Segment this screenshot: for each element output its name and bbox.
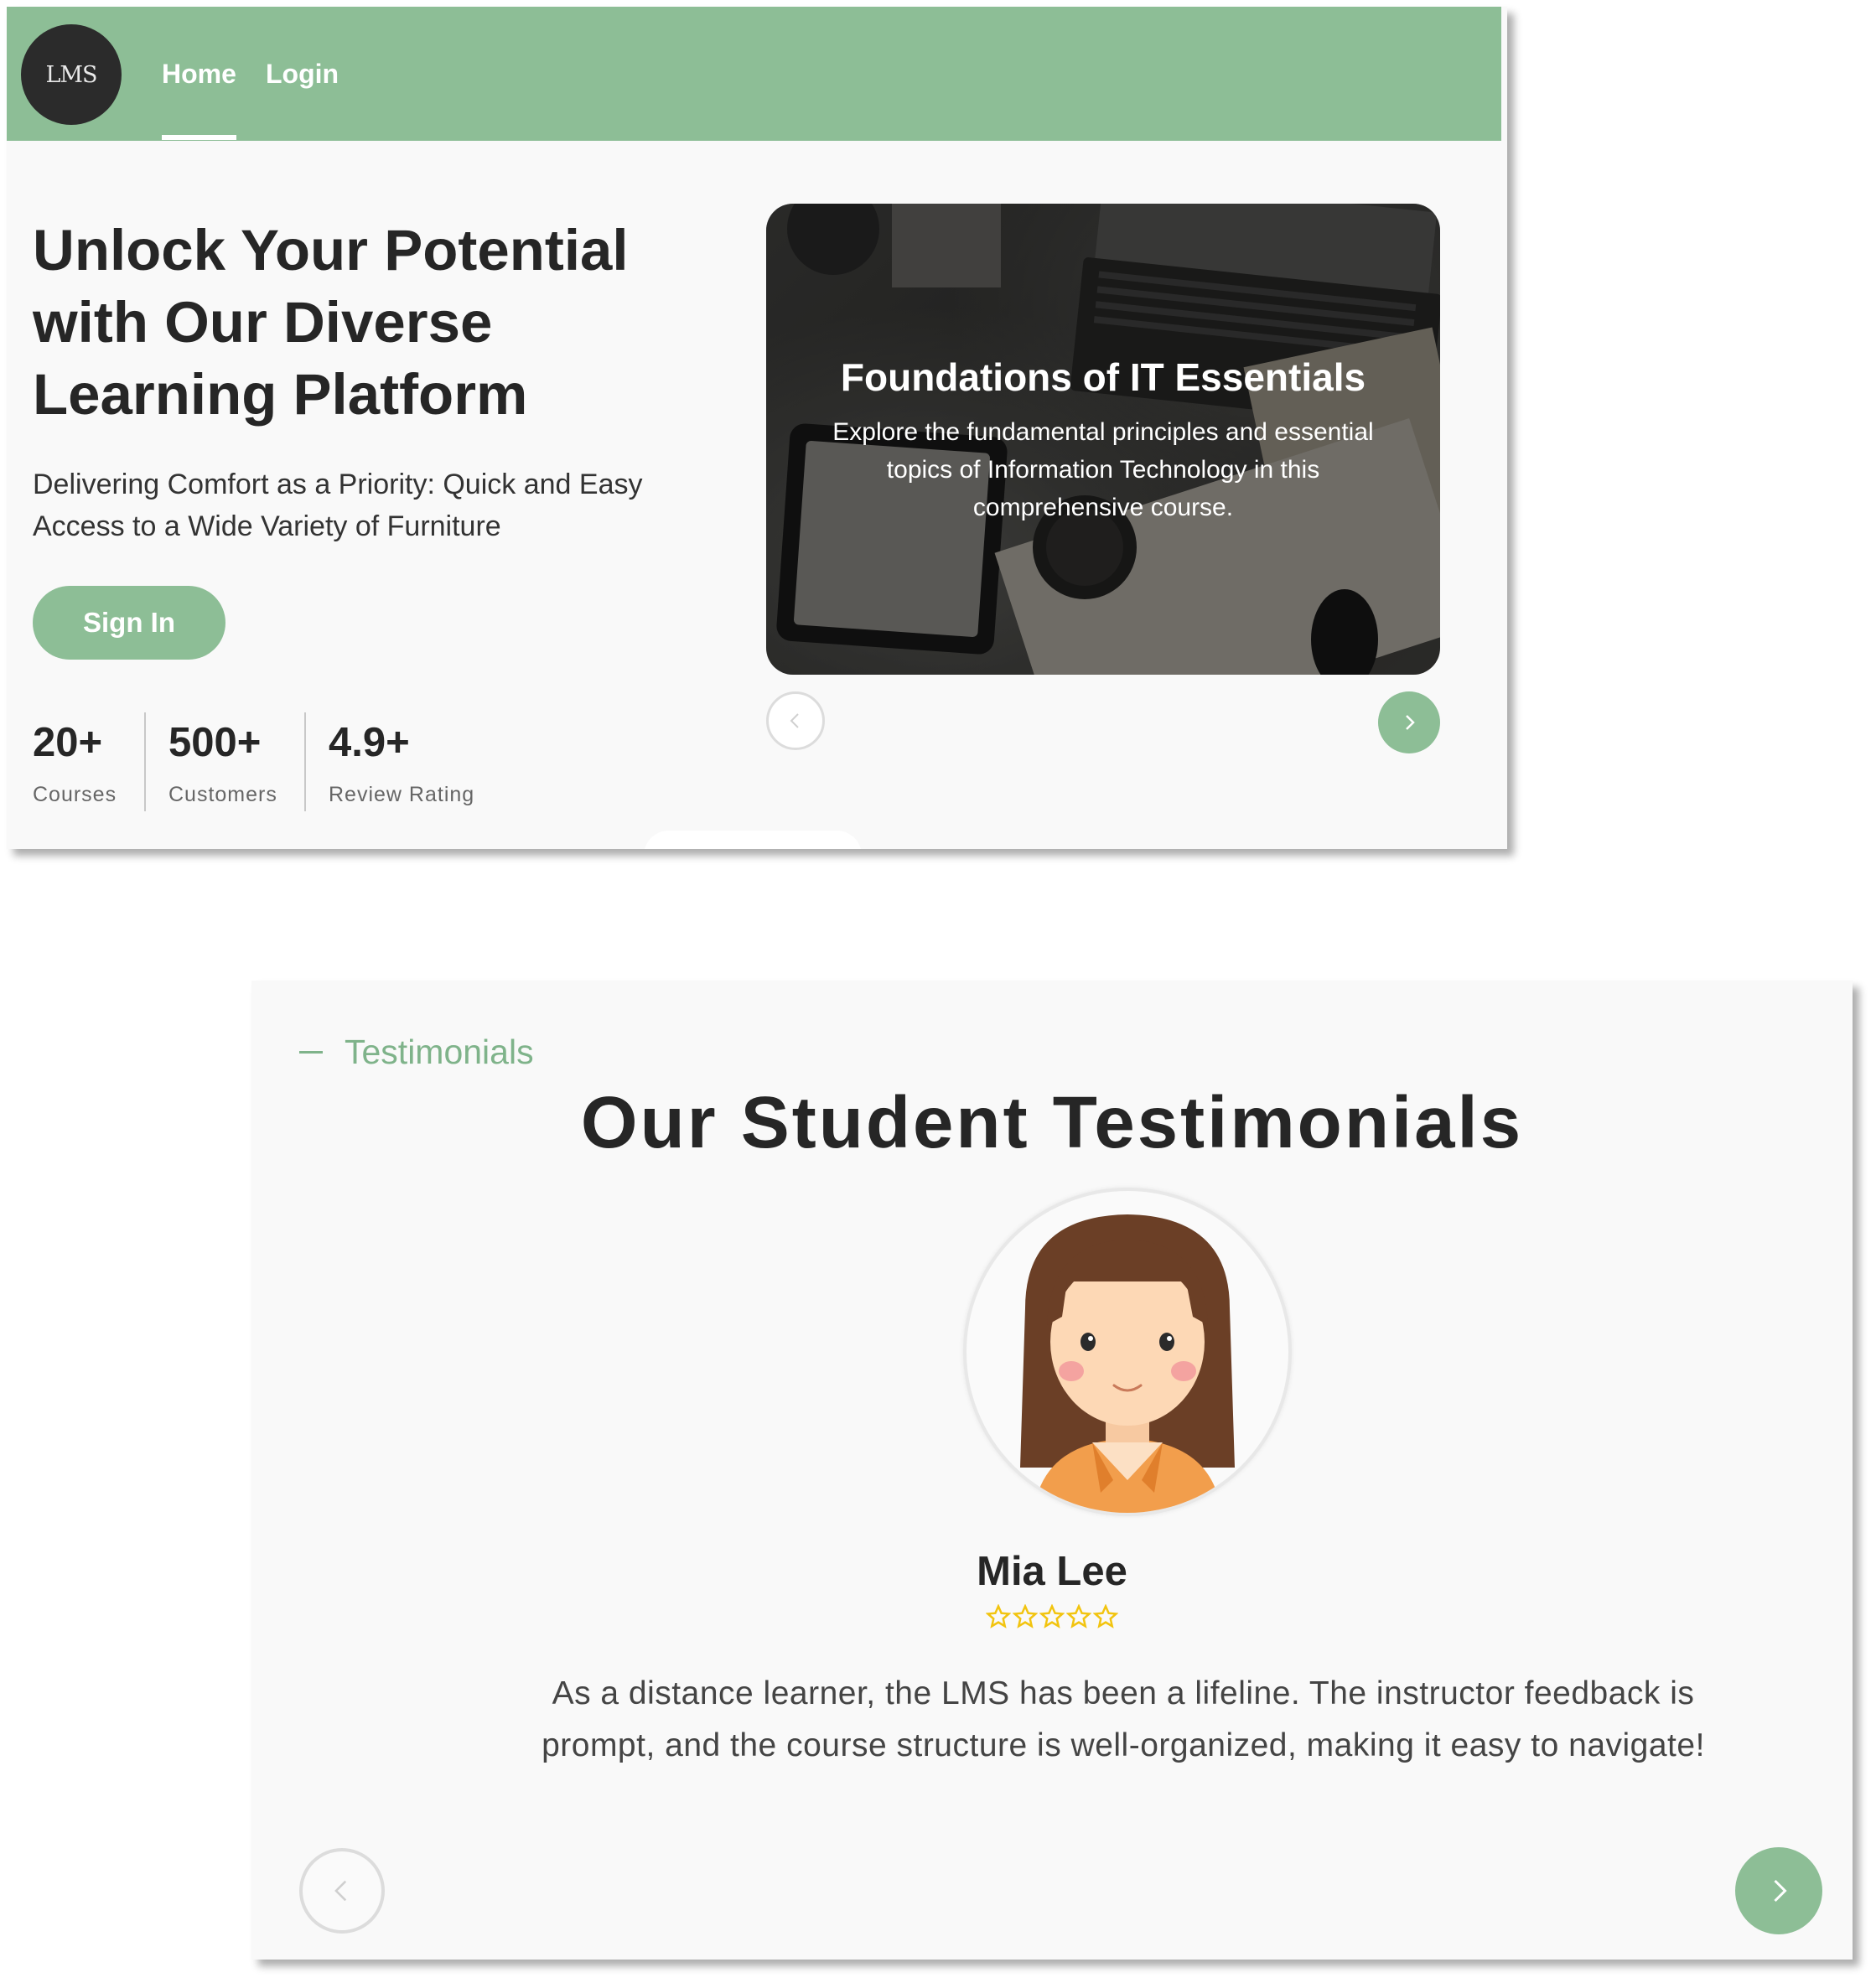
logo-text: LMS xyxy=(45,61,97,88)
sign-in-button[interactable]: Sign In xyxy=(33,586,225,660)
nav-login-link[interactable]: Login xyxy=(266,59,339,90)
course-title: Foundations of IT Essentials xyxy=(840,355,1366,399)
testimonials-panel: Testimonials Our Student Testimonials Mi… xyxy=(251,981,1853,1960)
star-icon xyxy=(1093,1604,1118,1628)
student-name: Mia Lee xyxy=(977,1549,1127,1594)
section-tab-hint xyxy=(644,831,862,849)
logo[interactable]: LMS xyxy=(21,24,122,125)
testimonial-prev-button[interactable] xyxy=(299,1848,385,1934)
stat-divider xyxy=(144,712,146,811)
stat-value: 20+ xyxy=(33,720,103,765)
star-icon xyxy=(1039,1604,1065,1628)
hero-panel: LMS Home Login Unlock Your Potential wit… xyxy=(7,7,1507,849)
student-avatar-icon xyxy=(1020,1214,1235,1513)
chevron-right-icon xyxy=(1406,715,1415,730)
stat-divider xyxy=(304,712,306,811)
nav-home-link[interactable]: Home xyxy=(162,59,236,90)
eyebrow-dash xyxy=(299,1051,323,1054)
chevron-left-icon xyxy=(790,713,799,728)
stat-label: Review Rating xyxy=(329,783,475,806)
testimonial-quote: As a distance learner, the LMS has been … xyxy=(542,1675,1705,1763)
stat-value: 4.9+ xyxy=(329,720,410,765)
section-eyebrow: Testimonials xyxy=(299,1033,534,1072)
star-icon xyxy=(1013,1604,1038,1628)
course-prev-button[interactable] xyxy=(766,691,825,750)
active-nav-indicator xyxy=(162,135,236,140)
chevron-right-icon xyxy=(1774,1879,1787,1903)
stat-courses: 20+ Courses xyxy=(33,719,117,807)
star-rating xyxy=(251,1604,1853,1629)
course-description: Explore the fundamental principles and e… xyxy=(832,418,1374,521)
section-title: Our Student Testimonials xyxy=(580,1082,1524,1163)
star-icon xyxy=(986,1604,1011,1628)
student-avatar xyxy=(963,1188,1292,1516)
chevron-left-icon xyxy=(334,1880,347,1902)
star-icon xyxy=(1066,1604,1091,1628)
course-slide-card[interactable]: Foundations of IT Essentials Explore the… xyxy=(766,204,1440,675)
hero-title: Unlock Your Potential with Our Diverse L… xyxy=(33,218,629,427)
stat-label: Courses xyxy=(33,783,117,806)
stat-value: 500+ xyxy=(168,720,262,765)
course-next-button[interactable] xyxy=(1378,691,1440,753)
testimonial-next-button[interactable] xyxy=(1735,1847,1822,1934)
stat-customers: 500+ Customers xyxy=(168,719,277,807)
eyebrow-label: Testimonials xyxy=(345,1033,534,1071)
navbar: LMS Home Login xyxy=(7,7,1501,141)
hero-subtitle: Delivering Comfort as a Priority: Quick … xyxy=(33,469,643,542)
stat-label: Customers xyxy=(168,783,277,806)
stat-rating: 4.9+ Review Rating xyxy=(329,719,474,807)
